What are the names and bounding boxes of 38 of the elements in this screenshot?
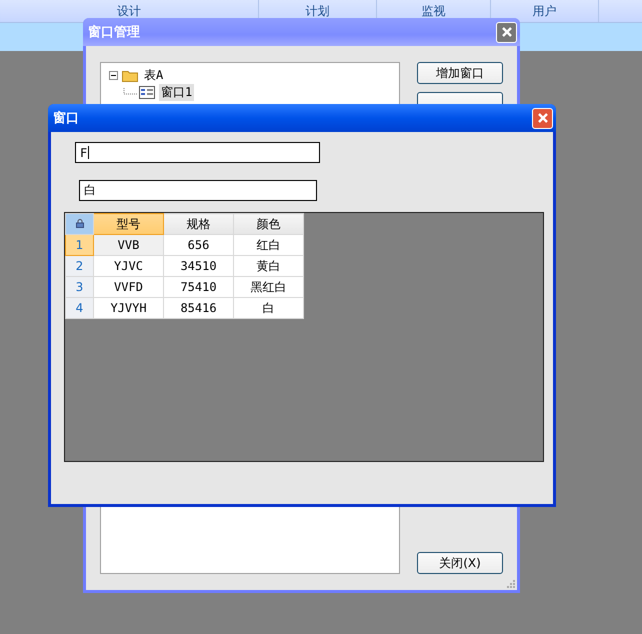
table-cell: 85416 [164,298,234,318]
table-cell: VVFD [94,276,164,298]
action-button[interactable]: 增加窗口 [417,62,503,84]
resize-grip-icon [507,580,515,588]
column-header[interactable]: 颜色 [234,214,304,234]
close-button[interactable] [532,108,553,128]
table-cell: VVB [94,234,164,256]
grid-corner[interactable] [66,214,94,234]
table-cell: YJVYH [94,298,164,318]
column-header[interactable]: 规格 [164,214,234,234]
table-cell: 黄白 [234,256,304,276]
window-title: 窗口管理 [88,24,140,41]
input-field[interactable]: F [75,142,320,163]
row-header[interactable]: 4 [66,298,94,318]
row-header[interactable]: 1 [66,234,94,256]
row-header[interactable]: 2 [66,256,94,276]
table-cell: 656 [164,234,234,256]
collapse-icon[interactable] [109,71,118,80]
form-icon [139,86,155,99]
close-button[interactable]: 关闭(X) [417,552,503,574]
table-cell: 白 [234,298,304,318]
row-header[interactable]: 3 [66,276,94,298]
lock-icon [76,218,84,228]
tree-item[interactable]: 窗口1 [159,84,194,101]
table-cell: 黑红白 [234,276,304,298]
connector-line [123,88,137,98]
window-title: 窗口 [53,110,79,127]
column-header[interactable]: 型号 [94,214,164,234]
input-field[interactable]: 白 [79,180,317,201]
table-cell: 75410 [164,276,234,298]
table-cell: 红白 [234,234,304,256]
close-icon [536,112,548,124]
close-button[interactable] [496,22,517,42]
table-cell: YJVC [94,256,164,276]
close-icon [500,26,512,38]
table-cell: 34510 [164,256,234,276]
tree-item[interactable]: 表A [142,67,166,84]
folder-icon [122,69,138,82]
